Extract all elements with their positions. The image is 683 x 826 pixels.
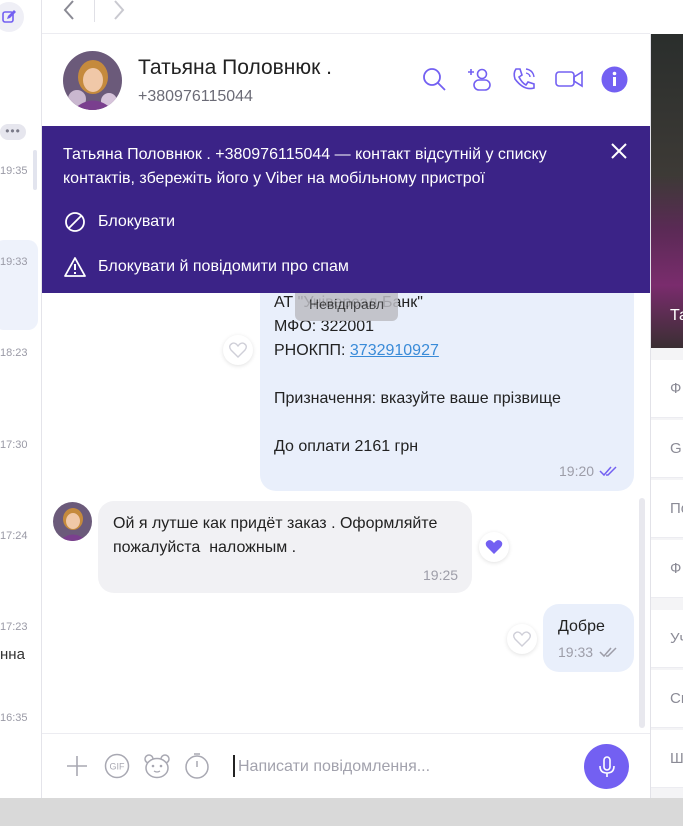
close-icon [611,143,627,159]
info-panel-item[interactable]: Ш [651,730,683,788]
gif-icon: GIF [104,753,130,779]
info-panel-item[interactable]: GI [651,420,683,478]
message-text: Ой я лутше как придёт заказ . Оформляйте… [113,515,442,556]
info-button[interactable] [599,64,629,94]
viber-window: ••• 19:35 19:33 18:23 17:30 17:24 17:23 … [0,0,683,798]
active-conversation-item[interactable] [0,240,38,330]
message-time: 19:20 [559,463,595,479]
text-caret [233,755,235,777]
forward-arrow-icon [114,0,125,20]
info-icon [601,66,627,92]
gif-button[interactable]: GIF [103,752,131,780]
contact-name[interactable]: Татьяна Половнюк . [138,56,332,80]
block-label: Блокувати [98,213,176,230]
message-input[interactable] [238,754,568,780]
contact-photo-name: Та [670,307,683,324]
heart-icon [229,342,247,358]
outgoing-message[interactable]: АТ "Універсал Банк" МФО: 322001 РНОКПП: … [260,293,634,491]
info-panel-item[interactable]: Ф [651,360,683,418]
conversation-time: 19:33 [0,256,28,268]
forward-button[interactable] [104,0,134,22]
contact-avatar[interactable] [63,51,122,110]
message-composer: GIF [42,733,650,798]
conversation-time: 17:23 [0,621,28,633]
info-panel-item[interactable]: По [651,480,683,538]
info-panel-item[interactable]: Ф [651,540,683,598]
svg-text:GIF: GIF [110,762,126,772]
video-call-button[interactable] [554,64,584,94]
contact-photo[interactable] [651,34,683,348]
messages-scrollbar[interactable] [639,498,645,728]
sticker-button[interactable] [143,752,171,780]
search-button[interactable] [419,64,449,94]
block-contact-button[interactable]: Блокувати [63,209,175,235]
video-call-icon [555,70,583,88]
unknown-contact-banner: Татьяна Половнюк . +380976115044 — конта… [42,126,650,293]
add-participant-icon [468,68,491,91]
contact-info-panel: Та Ф GI По Ф Уч Сп Ш [650,34,683,798]
compose-icon [2,10,16,23]
message-text: Добре [558,618,605,635]
back-arrow-icon [63,0,74,20]
conversation-time: 17:30 [0,439,28,451]
block-icon [63,210,87,234]
conversation-name: нна [0,646,25,663]
conversation-list[interactable]: ••• 19:35 19:33 18:23 17:30 17:24 17:23 … [0,0,42,798]
heart-icon [485,540,503,554]
message-time: 19:33 [558,644,594,660]
sticker-icon [144,754,170,779]
back-button[interactable] [54,0,84,22]
heart-icon [513,631,531,647]
conversation-time: 17:24 [0,530,28,542]
chat-header: Татьяна Половнюк . +380976115044 [42,34,650,126]
outgoing-message[interactable]: Добре 19:33 [543,604,634,672]
banner-close-button[interactable] [608,140,630,162]
add-participant-button[interactable] [464,64,494,94]
search-icon [423,68,446,91]
voice-message-button[interactable] [584,744,629,789]
conversation-time: 19:35 [0,165,28,177]
nav-divider [94,0,95,22]
info-panel-item[interactable]: Уч [651,610,683,668]
block-and-report-button[interactable]: Блокувати й повідомити про спам [63,254,349,280]
sender-avatar[interactable] [53,502,92,541]
timer-button[interactable] [183,752,211,780]
message-list[interactable]: АТ "Універсал Банк" МФО: 322001 РНОКПП: … [42,293,650,733]
plus-icon [67,756,87,776]
like-button[interactable] [223,335,253,365]
contact-phone: +380976115044 [138,88,253,105]
timer-icon [185,753,209,779]
banner-message: Татьяна Половнюк . +380976115044 — конта… [63,146,547,187]
compose-button[interactable] [0,2,24,32]
call-icon [513,68,535,90]
attach-button[interactable] [63,752,91,780]
incoming-message[interactable]: Ой я лутше как придёт заказ . Оформляйте… [98,501,472,593]
microphone-icon [598,755,615,777]
call-button[interactable] [509,64,539,94]
read-ticks-icon [599,466,617,477]
message-line: До оплати 2161 грн [274,438,419,455]
conversation-time: 18:23 [0,347,28,359]
block-report-label: Блокувати й повідомити про спам [98,258,349,275]
info-panel-item[interactable]: Сп [651,670,683,728]
message-line: РНОКПП: 3732910927 [274,342,439,359]
liked-button[interactable] [479,532,509,562]
more-options-button[interactable]: ••• [0,124,26,140]
message-line: Призначення: вказуйте ваше прізвище [274,390,561,407]
read-ticks-icon [599,647,617,658]
warning-icon [63,255,87,279]
undelivered-tooltip: Невідправл [295,293,398,321]
top-navigation [42,0,650,34]
like-button[interactable] [507,624,537,654]
message-time: 19:25 [423,567,459,583]
conversation-time: 16:35 [0,712,28,724]
rnokpp-link[interactable]: 3732910927 [350,342,439,359]
avatar-photo [63,51,122,110]
